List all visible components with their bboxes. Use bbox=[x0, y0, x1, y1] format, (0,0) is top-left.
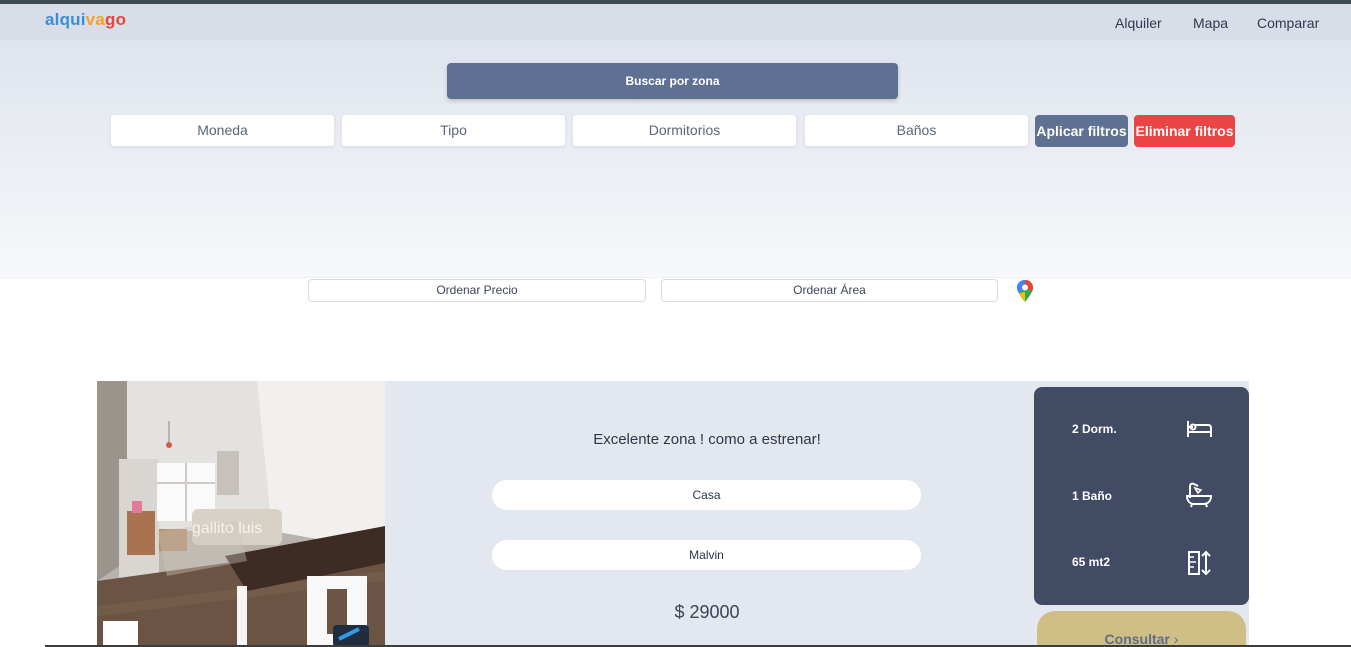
sort-price-button[interactable]: Ordenar Precio bbox=[308, 279, 646, 302]
listing-zone-pill: Malvin bbox=[492, 540, 921, 570]
listing-photo[interactable]: gallito luis bbox=[97, 381, 385, 647]
listing-stats-panel: 2 Dorm. 1 Baño 65 mt2 bbox=[1034, 387, 1249, 605]
bed-icon bbox=[1187, 421, 1212, 437]
filter-dormitorios[interactable]: Dormitorios bbox=[572, 114, 797, 147]
search-by-zone-button[interactable]: Buscar por zona bbox=[447, 63, 898, 99]
filter-banos[interactable]: Baños bbox=[804, 114, 1029, 147]
brand-logo[interactable]: alquivago bbox=[45, 10, 126, 30]
nav-link-alquiler[interactable]: Alquiler bbox=[1115, 15, 1162, 31]
filter-tipo[interactable]: Tipo bbox=[341, 114, 566, 147]
bedrooms-label: 2 Dorm. bbox=[1072, 422, 1117, 436]
listing-title: Excelente zona ! como a estrenar! bbox=[593, 431, 821, 448]
area-ruler-icon bbox=[1188, 550, 1211, 576]
listing-price: $ 29000 bbox=[674, 602, 740, 622]
area-label: 65 mt2 bbox=[1072, 555, 1111, 569]
nav-link-comparar[interactable]: Comparar bbox=[1257, 15, 1319, 31]
filter-moneda[interactable]: Moneda bbox=[110, 114, 335, 147]
map-pin-icon[interactable] bbox=[1015, 279, 1035, 303]
clear-filters-button[interactable]: Eliminar filtros bbox=[1134, 115, 1235, 147]
apply-filters-button[interactable]: Aplicar filtros bbox=[1035, 115, 1128, 147]
sort-area-button[interactable]: Ordenar Área bbox=[661, 279, 998, 302]
navbar: alquivago Alquiler Mapa Comparar bbox=[0, 4, 1351, 40]
bathrooms-label: 1 Baño bbox=[1072, 489, 1113, 503]
consult-button[interactable]: Consultar › bbox=[1037, 611, 1246, 647]
listing-type-pill: Casa bbox=[492, 480, 921, 510]
nav-link-mapa[interactable]: Mapa bbox=[1193, 15, 1228, 31]
bathtub-icon bbox=[1185, 482, 1213, 508]
watermark-text: gallito luis bbox=[192, 520, 262, 537]
